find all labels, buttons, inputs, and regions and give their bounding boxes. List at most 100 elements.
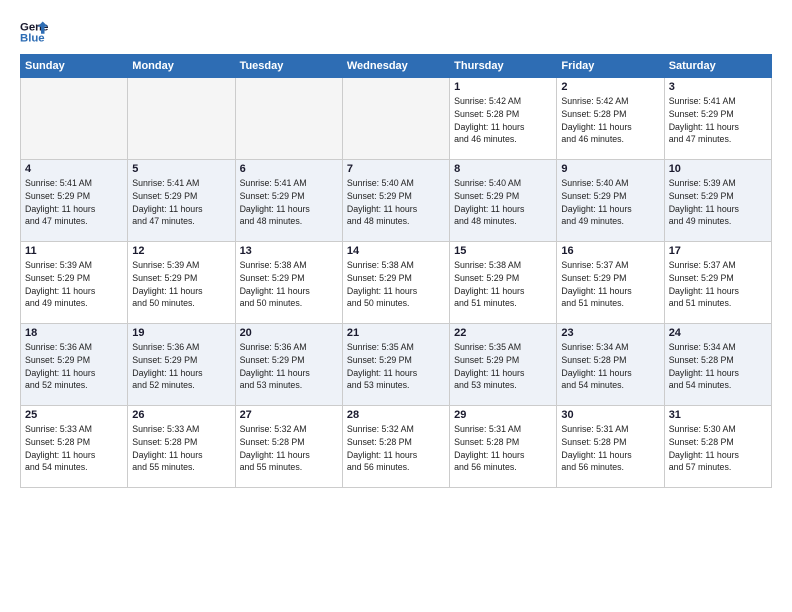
- calendar-week-5: 25 Sunrise: 5:33 AM Sunset: 5:28 PM Dayli…: [21, 406, 772, 488]
- day-info: Sunrise: 5:39 AM Sunset: 5:29 PM Dayligh…: [669, 177, 767, 228]
- day-number: 3: [669, 81, 767, 93]
- day-info: Sunrise: 5:34 AM Sunset: 5:28 PM Dayligh…: [561, 341, 659, 392]
- day-number: 16: [561, 245, 659, 257]
- day-info: Sunrise: 5:30 AM Sunset: 5:28 PM Dayligh…: [669, 423, 767, 474]
- day-info: Sunrise: 5:39 AM Sunset: 5:29 PM Dayligh…: [25, 259, 123, 310]
- weekday-header-sunday: Sunday: [21, 55, 128, 78]
- calendar-week-3: 11 Sunrise: 5:39 AM Sunset: 5:29 PM Dayli…: [21, 242, 772, 324]
- day-info: Sunrise: 5:31 AM Sunset: 5:28 PM Dayligh…: [561, 423, 659, 474]
- day-info: Sunrise: 5:33 AM Sunset: 5:28 PM Dayligh…: [25, 423, 123, 474]
- svg-text:Blue: Blue: [20, 33, 45, 45]
- calendar-cell: 10Sunrise: 5:39 AM Sunset: 5:29 PM Dayli…: [664, 160, 771, 242]
- day-info: Sunrise: 5:36 AM Sunset: 5:29 PM Dayligh…: [132, 341, 230, 392]
- day-info: Sunrise: 5:40 AM Sunset: 5:29 PM Dayligh…: [561, 177, 659, 228]
- day-number: 8: [454, 163, 552, 175]
- day-number: 1: [454, 81, 552, 93]
- day-number: 26: [132, 409, 230, 421]
- weekday-header-tuesday: Tuesday: [235, 55, 342, 78]
- logo-icon: General Blue: [20, 18, 48, 46]
- calendar-cell: 16 Sunrise: 5:37 AM Sunset: 5:29 PM Dayli…: [557, 242, 664, 324]
- day-number: 24: [669, 327, 767, 339]
- day-number: 23: [561, 327, 659, 339]
- calendar-cell: 23 Sunrise: 5:34 AM Sunset: 5:28 PM Dayli…: [557, 324, 664, 406]
- day-number: 12: [132, 245, 230, 257]
- day-number: 11: [25, 245, 123, 257]
- day-number: 7: [347, 163, 445, 175]
- calendar-header-row: SundayMondayTuesdayWednesdayThursdayFrid…: [21, 55, 772, 78]
- day-info: Sunrise: 5:33 AM Sunset: 5:28 PM Dayligh…: [132, 423, 230, 474]
- weekday-header-monday: Monday: [128, 55, 235, 78]
- day-info: Sunrise: 5:31 AM Sunset: 5:28 PM Dayligh…: [454, 423, 552, 474]
- day-number: 19: [132, 327, 230, 339]
- calendar-cell: 26 Sunrise: 5:33 AM Sunset: 5:28 PM Dayli…: [128, 406, 235, 488]
- day-number: 28: [347, 409, 445, 421]
- day-info: Sunrise: 5:41 AM Sunset: 5:29 PM Dayligh…: [240, 177, 338, 228]
- calendar-cell: 21 Sunrise: 5:35 AM Sunset: 5:29 PM Dayli…: [342, 324, 449, 406]
- day-info: Sunrise: 5:38 AM Sunset: 5:29 PM Dayligh…: [454, 259, 552, 310]
- header: General Blue: [20, 18, 772, 46]
- calendar-cell: 30Sunrise: 5:31 AM Sunset: 5:28 PM Dayli…: [557, 406, 664, 488]
- calendar-cell: [235, 78, 342, 160]
- day-number: 17: [669, 245, 767, 257]
- calendar-cell: 4Sunrise: 5:41 AM Sunset: 5:29 PM Daylig…: [21, 160, 128, 242]
- day-info: Sunrise: 5:37 AM Sunset: 5:29 PM Dayligh…: [561, 259, 659, 310]
- calendar-cell: 6 Sunrise: 5:41 AM Sunset: 5:29 PM Daylig…: [235, 160, 342, 242]
- weekday-header-wednesday: Wednesday: [342, 55, 449, 78]
- day-info: Sunrise: 5:32 AM Sunset: 5:28 PM Dayligh…: [347, 423, 445, 474]
- day-number: 14: [347, 245, 445, 257]
- day-info: Sunrise: 5:37 AM Sunset: 5:29 PM Dayligh…: [669, 259, 767, 310]
- calendar-cell: 18 Sunrise: 5:36 AM Sunset: 5:29 PM Dayli…: [21, 324, 128, 406]
- day-info: Sunrise: 5:35 AM Sunset: 5:29 PM Dayligh…: [347, 341, 445, 392]
- day-number: 27: [240, 409, 338, 421]
- calendar-cell: 14 Sunrise: 5:38 AM Sunset: 5:29 PM Dayli…: [342, 242, 449, 324]
- day-number: 18: [25, 327, 123, 339]
- day-info: Sunrise: 5:34 AM Sunset: 5:28 PM Dayligh…: [669, 341, 767, 392]
- calendar-cell: 5 Sunrise: 5:41 AM Sunset: 5:29 PM Daylig…: [128, 160, 235, 242]
- day-number: 15: [454, 245, 552, 257]
- calendar-week-2: 4Sunrise: 5:41 AM Sunset: 5:29 PM Daylig…: [21, 160, 772, 242]
- calendar-cell: 2 Sunrise: 5:42 AM Sunset: 5:28 PM Daylig…: [557, 78, 664, 160]
- weekday-header-friday: Friday: [557, 55, 664, 78]
- calendar-cell: 25 Sunrise: 5:33 AM Sunset: 5:28 PM Dayli…: [21, 406, 128, 488]
- day-info: Sunrise: 5:38 AM Sunset: 5:29 PM Dayligh…: [347, 259, 445, 310]
- calendar-table: SundayMondayTuesdayWednesdayThursdayFrid…: [20, 54, 772, 488]
- calendar-cell: 22 Sunrise: 5:35 AM Sunset: 5:29 PM Dayli…: [450, 324, 557, 406]
- calendar-cell: 31Sunrise: 5:30 AM Sunset: 5:28 PM Dayli…: [664, 406, 771, 488]
- calendar-cell: [21, 78, 128, 160]
- weekday-header-saturday: Saturday: [664, 55, 771, 78]
- page: General Blue SundayMondayTuesdayWednesda…: [0, 0, 792, 612]
- day-number: 2: [561, 81, 659, 93]
- day-info: Sunrise: 5:41 AM Sunset: 5:29 PM Dayligh…: [132, 177, 230, 228]
- calendar-cell: 11 Sunrise: 5:39 AM Sunset: 5:29 PM Dayli…: [21, 242, 128, 324]
- day-number: 21: [347, 327, 445, 339]
- calendar-cell: 29Sunrise: 5:31 AM Sunset: 5:28 PM Dayli…: [450, 406, 557, 488]
- day-number: 20: [240, 327, 338, 339]
- day-info: Sunrise: 5:40 AM Sunset: 5:29 PM Dayligh…: [454, 177, 552, 228]
- calendar-cell: 8 Sunrise: 5:40 AM Sunset: 5:29 PM Daylig…: [450, 160, 557, 242]
- calendar-week-1: 1 Sunrise: 5:42 AM Sunset: 5:28 PM Daylig…: [21, 78, 772, 160]
- day-info: Sunrise: 5:36 AM Sunset: 5:29 PM Dayligh…: [25, 341, 123, 392]
- day-number: 9: [561, 163, 659, 175]
- calendar-cell: 1 Sunrise: 5:42 AM Sunset: 5:28 PM Daylig…: [450, 78, 557, 160]
- calendar-cell: [342, 78, 449, 160]
- calendar-cell: 28 Sunrise: 5:32 AM Sunset: 5:28 PM Dayli…: [342, 406, 449, 488]
- day-number: 6: [240, 163, 338, 175]
- calendar-cell: 27 Sunrise: 5:32 AM Sunset: 5:28 PM Dayli…: [235, 406, 342, 488]
- day-info: Sunrise: 5:40 AM Sunset: 5:29 PM Dayligh…: [347, 177, 445, 228]
- weekday-header-thursday: Thursday: [450, 55, 557, 78]
- day-number: 13: [240, 245, 338, 257]
- calendar-cell: 9 Sunrise: 5:40 AM Sunset: 5:29 PM Daylig…: [557, 160, 664, 242]
- day-info: Sunrise: 5:42 AM Sunset: 5:28 PM Dayligh…: [454, 95, 552, 146]
- day-info: Sunrise: 5:39 AM Sunset: 5:29 PM Dayligh…: [132, 259, 230, 310]
- calendar-cell: 19 Sunrise: 5:36 AM Sunset: 5:29 PM Dayli…: [128, 324, 235, 406]
- day-number: 5: [132, 163, 230, 175]
- day-info: Sunrise: 5:42 AM Sunset: 5:28 PM Dayligh…: [561, 95, 659, 146]
- day-number: 25: [25, 409, 123, 421]
- day-info: Sunrise: 5:32 AM Sunset: 5:28 PM Dayligh…: [240, 423, 338, 474]
- calendar-cell: 7 Sunrise: 5:40 AM Sunset: 5:29 PM Daylig…: [342, 160, 449, 242]
- day-number: 22: [454, 327, 552, 339]
- calendar-cell: 3 Sunrise: 5:41 AM Sunset: 5:29 PM Daylig…: [664, 78, 771, 160]
- day-info: Sunrise: 5:35 AM Sunset: 5:29 PM Dayligh…: [454, 341, 552, 392]
- day-info: Sunrise: 5:36 AM Sunset: 5:29 PM Dayligh…: [240, 341, 338, 392]
- day-info: Sunrise: 5:41 AM Sunset: 5:29 PM Dayligh…: [669, 95, 767, 146]
